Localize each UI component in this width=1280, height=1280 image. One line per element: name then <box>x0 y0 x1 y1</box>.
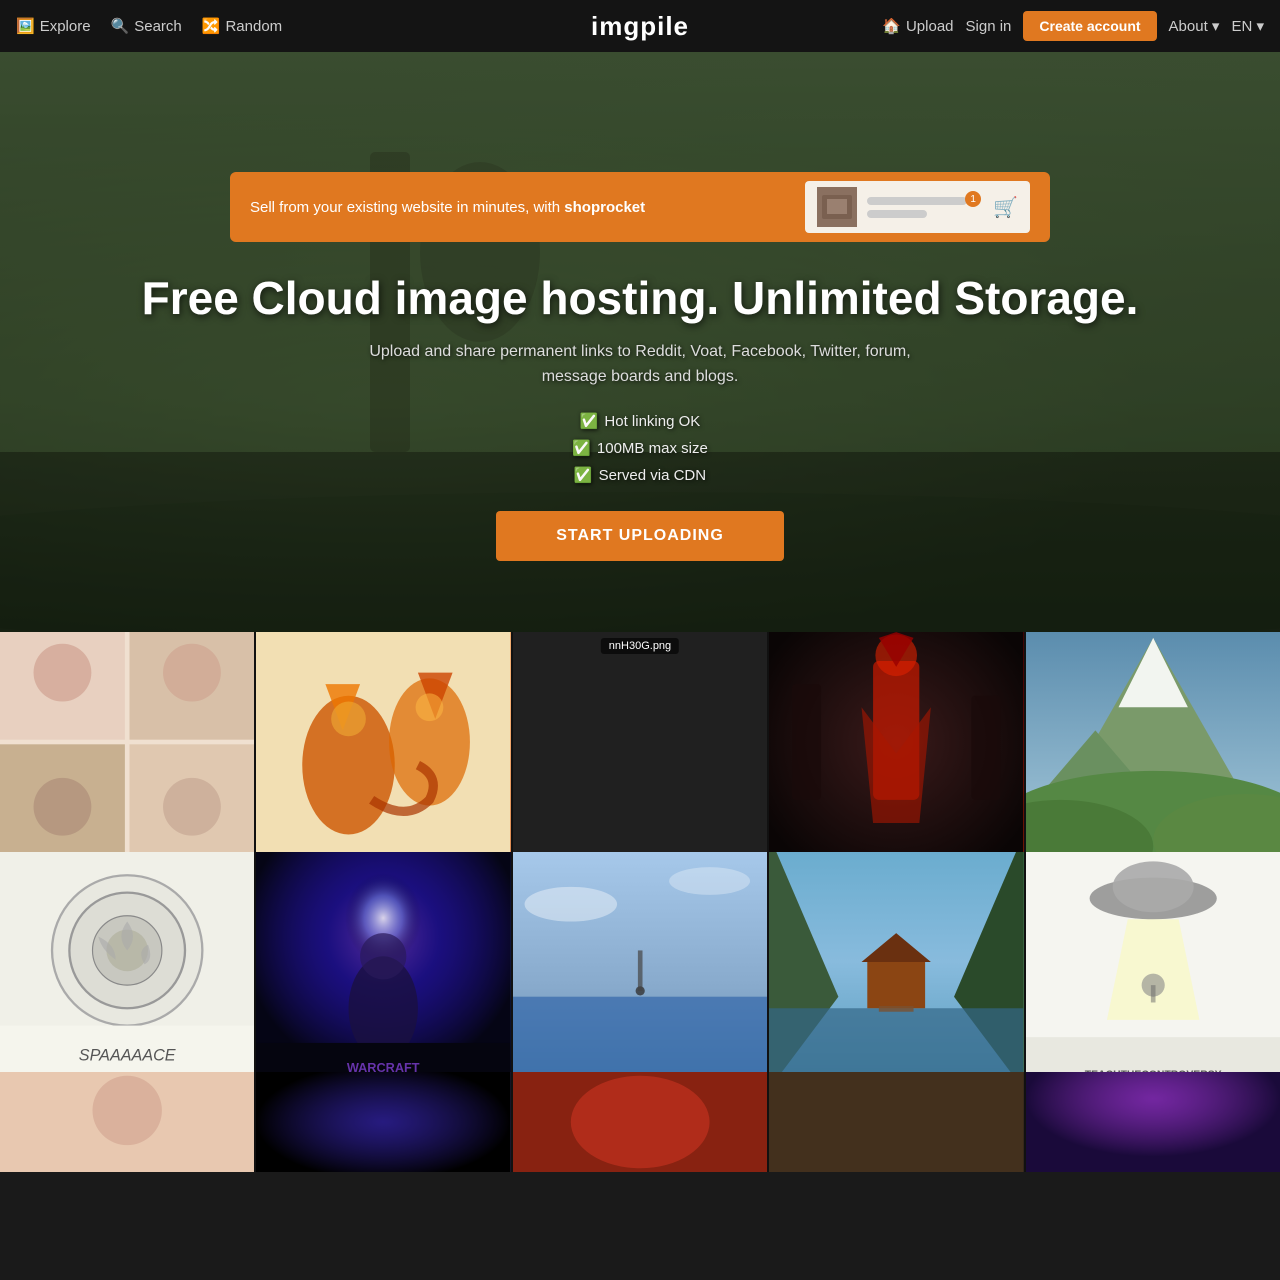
partial-item-5[interactable] <box>1026 1072 1280 1172</box>
search-label: Search <box>134 18 182 35</box>
grid-item-6[interactable]: SPAAAAACE <box>0 852 254 1072</box>
ad-cart-area: 1 🛒 <box>977 195 1018 220</box>
site-logo[interactable]: imgpile <box>591 11 689 41</box>
feature-2-text: 100MB max size <box>597 435 708 462</box>
feature-3-text: Served via CDN <box>599 462 707 489</box>
grid-item-1[interactable] <box>0 632 254 852</box>
image-grid-row-2: SPAAAAACE <box>0 852 1280 1072</box>
start-uploading-button[interactable]: START UPLOADING <box>496 511 784 561</box>
cart-icon: 🛒 <box>993 195 1018 220</box>
partial-item-4[interactable] <box>769 1072 1023 1172</box>
search-link[interactable]: 🔍 Search <box>111 17 182 35</box>
random-link[interactable]: 🔀 Random <box>202 17 282 35</box>
partial-item-3[interactable] <box>513 1072 767 1172</box>
grid-item-3[interactable]: nnH30G.png <box>513 632 767 852</box>
feature-hotlink: ✅ Hot linking OK <box>142 408 1139 435</box>
logo-area: imgpile <box>591 11 689 42</box>
feature-size: ✅ 100MB max size <box>142 435 1139 462</box>
hero-content: Free Cloud image hosting. Unlimited Stor… <box>122 272 1159 561</box>
image-grid-partial-row <box>0 1072 1280 1172</box>
hero-subtitle: Upload and share permanent links to Redd… <box>142 339 1139 390</box>
signin-link[interactable]: Sign in <box>966 18 1012 35</box>
upload-label: Upload <box>906 18 954 35</box>
hero-section: Sell from your existing website in minut… <box>0 52 1280 632</box>
random-icon: 🔀 <box>202 17 221 35</box>
random-label: Random <box>225 18 282 35</box>
check-icon-2: ✅ <box>572 435 591 462</box>
ad-widget: 1 🛒 <box>805 181 1030 233</box>
navbar: 🖼️ Explore 🔍 Search 🔀 Random imgpile 🏠 U… <box>0 0 1280 52</box>
search-icon: 🔍 <box>111 17 130 35</box>
hero-title: Free Cloud image hosting. Unlimited Stor… <box>142 272 1139 325</box>
about-label: About ▾ <box>1169 17 1220 35</box>
about-link[interactable]: About ▾ <box>1169 17 1220 35</box>
ad-banner[interactable]: Sell from your existing website in minut… <box>230 172 1050 242</box>
ad-thumbnail <box>817 187 857 227</box>
ad-bar-1 <box>867 197 967 205</box>
nav-right: 🏠 Upload Sign in Create account About ▾ … <box>882 11 1264 41</box>
grid-item-7[interactable]: WARCRAFT <box>256 852 510 1072</box>
partial-item-2[interactable] <box>256 1072 510 1172</box>
signin-label: Sign in <box>966 18 1012 35</box>
hero-features: ✅ Hot linking OK ✅ 100MB max size ✅ Serv… <box>142 408 1139 489</box>
ad-bar-2 <box>867 210 927 218</box>
grid-item-8[interactable] <box>513 852 767 1072</box>
ad-bars <box>867 197 967 218</box>
grid-item-5[interactable] <box>1026 632 1280 852</box>
image-grid-row-1: nnH30G.png <box>0 632 1280 852</box>
grid-item-10[interactable]: TEACHTHECONTROVERSY <box>1026 852 1280 1072</box>
feature-1-text: Hot linking OK <box>604 408 700 435</box>
nav-left: 🖼️ Explore 🔍 Search 🔀 Random <box>16 17 282 35</box>
grid-item-2[interactable] <box>256 632 510 852</box>
lang-label: EN ▾ <box>1231 17 1264 35</box>
explore-icon: 🖼️ <box>16 17 35 35</box>
upload-icon: 🏠 <box>882 17 901 35</box>
ad-text: Sell from your existing website in minut… <box>250 199 645 216</box>
feature-cdn: ✅ Served via CDN <box>142 462 1139 489</box>
explore-label: Explore <box>40 18 91 35</box>
check-icon-1: ✅ <box>580 408 599 435</box>
lang-selector[interactable]: EN ▾ <box>1231 17 1264 35</box>
grid-item-4[interactable] <box>769 632 1023 852</box>
ad-badge: 1 <box>965 191 981 207</box>
create-account-button[interactable]: Create account <box>1023 11 1156 41</box>
check-icon-3: ✅ <box>574 462 593 489</box>
grid-item-9[interactable] <box>769 852 1023 1072</box>
upload-link[interactable]: 🏠 Upload <box>882 17 953 35</box>
ad-brand: shoprocket <box>564 199 645 216</box>
explore-link[interactable]: 🖼️ Explore <box>16 17 91 35</box>
partial-item-1[interactable] <box>0 1072 254 1172</box>
